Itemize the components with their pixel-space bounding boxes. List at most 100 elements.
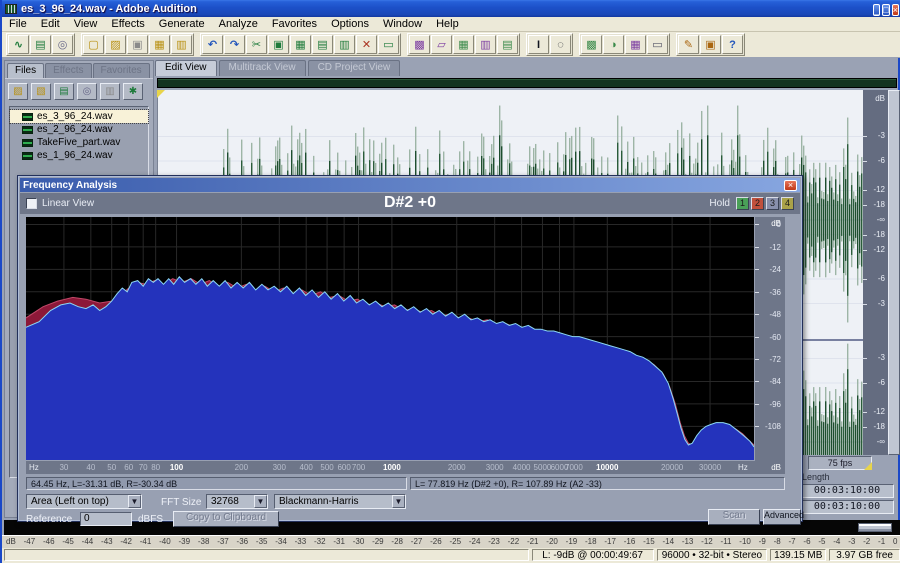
chevron-down-icon[interactable]: ▼ [128, 495, 141, 508]
session-properties-button[interactable]: ▦ [625, 35, 646, 54]
file-item[interactable]: TakeFive_part.wav [10, 136, 148, 149]
edit-waveform-view-button[interactable]: ∿ [8, 35, 29, 54]
advanced-options-button[interactable]: ✱ [123, 83, 143, 100]
copy-button[interactable]: ▣ [268, 35, 289, 54]
level-meter-scale[interactable]: dB-47-46-45-44-43-42-41-40-39-38-37-36-3… [2, 535, 900, 548]
marker-button[interactable]: ▱ [431, 35, 452, 54]
paste-icon: ▤ [317, 38, 327, 51]
scripts-button[interactable]: ✎ [678, 35, 699, 54]
files-tab-favorites[interactable]: Favorites [93, 63, 150, 78]
chevron-down-icon[interactable]: ▼ [392, 495, 405, 508]
copy-to-clipboard-button[interactable]: Copy to Clipboard [173, 511, 279, 527]
panel-resize-marker[interactable] [864, 462, 872, 470]
loop-mode-button[interactable]: ▤ [497, 35, 518, 54]
waveform-colors-button[interactable]: ◑ [603, 35, 624, 54]
overview-navigator-bar[interactable] [157, 78, 897, 88]
hold-button-2[interactable]: 2 [751, 197, 764, 210]
menu-analyze[interactable]: Analyze [212, 18, 265, 30]
new-file-button[interactable]: ▢ [83, 35, 104, 54]
file-item[interactable]: es_2_96_24.wav [10, 123, 148, 136]
file-item[interactable]: es_3_96_24.wav [10, 110, 148, 123]
ruler-tick-label: -18 [873, 230, 885, 239]
cd-project-view-button[interactable]: ◎ [52, 35, 73, 54]
menu-favorites[interactable]: Favorites [265, 18, 324, 30]
dialog-close-icon[interactable]: × [784, 180, 797, 191]
chevron-down-icon[interactable]: ▼ [254, 495, 267, 508]
files-tab-effects[interactable]: Effects [45, 63, 91, 78]
file-full-paths-button[interactable]: ▥ [100, 83, 120, 100]
snapshot-button[interactable]: ▣ [700, 35, 721, 54]
toolbar-group-5: I◌ [526, 33, 573, 56]
save-as-button[interactable]: ▦ [149, 35, 170, 54]
toolbar-group-6: ▩◑▦ ▭ [579, 33, 670, 56]
import-file-button[interactable]: ▥ [171, 35, 192, 54]
meter-scale-label: -38 [198, 537, 210, 548]
menu-effects[interactable]: Effects [104, 18, 151, 30]
menu-edit[interactable]: Edit [34, 18, 67, 30]
redo-button[interactable]: ↷ [224, 35, 245, 54]
convert-sample-type-button[interactable]: ▩ [409, 35, 430, 54]
menu-view[interactable]: View [67, 18, 105, 30]
group-blocks-button[interactable]: ▦ [453, 35, 474, 54]
area-select[interactable]: Area (Left on top) ▼ [26, 494, 142, 509]
save-file-button[interactable]: ▣ [127, 35, 148, 54]
scan-button[interactable]: Scan [708, 509, 760, 525]
amplitude-ruler[interactable]: dB-3-3-6-6-12-12-18-18-∞-3-6-12-18-∞ [863, 90, 888, 455]
meter-scale-label: -13 [682, 537, 694, 548]
menu-file[interactable]: File [2, 18, 34, 30]
dialog-title-bar[interactable]: Frequency Analysis × [20, 178, 800, 192]
frequency-spectrum-plot[interactable] [26, 217, 754, 460]
open-file-button[interactable]: ▨ [105, 35, 126, 54]
edit-waveform-view-icon: ∿ [14, 38, 23, 51]
marker-icon: ▱ [437, 38, 445, 51]
time-field[interactable]: 00:03:10:00 [800, 500, 894, 514]
time-field[interactable]: 00:03:10:00 [800, 484, 894, 498]
hold-button-3[interactable]: 3 [766, 197, 779, 210]
copy-to-new-button[interactable]: ▦ [290, 35, 311, 54]
window-function-select[interactable]: Blackmann-Harris ▼ [274, 494, 406, 509]
lasso-tool-button[interactable]: ◌ [550, 35, 571, 54]
fft-size-select[interactable]: 32768 ▼ [206, 494, 268, 509]
maximize-button[interactable]: □ [882, 4, 889, 16]
tab-edit-view[interactable]: Edit View [155, 60, 217, 76]
hold-button-4[interactable]: 4 [781, 197, 794, 210]
window-layout-button[interactable]: ▭ [647, 35, 668, 54]
file-item[interactable]: es_1_96_24.wav [10, 149, 148, 162]
selection-boundary-marker[interactable] [157, 90, 165, 98]
app-icon [5, 4, 17, 14]
title-bar[interactable]: es_3_96_24.wav - Adobe Audition _□× [2, 0, 900, 17]
help-button[interactable]: ? [722, 35, 743, 54]
delete-selection-button[interactable]: ✕ [356, 35, 377, 54]
paste-button[interactable]: ▤ [312, 35, 333, 54]
close-file-button[interactable]: ▧ [31, 83, 51, 100]
snapping-button[interactable]: ▥ [475, 35, 496, 54]
menu-help[interactable]: Help [429, 18, 466, 30]
import-file-button[interactable]: ▨ [8, 83, 28, 100]
window-layout-icon: ▭ [652, 38, 662, 51]
undo-button[interactable]: ↶ [202, 35, 223, 54]
trim-button[interactable]: ▭ [378, 35, 399, 54]
spectral-view-button[interactable]: ▩ [581, 35, 602, 54]
menu-generate[interactable]: Generate [152, 18, 212, 30]
files-tab-files[interactable]: Files [7, 63, 44, 78]
advanced-button[interactable]: Advanced [763, 509, 801, 525]
horizontal-scrollbar-thumb[interactable] [858, 523, 892, 532]
vertical-scrollbar[interactable] [888, 90, 900, 455]
delete-selection-icon: ✕ [362, 38, 371, 51]
insert-into-cd-button[interactable]: ◎ [77, 83, 97, 100]
snapshot-icon: ▣ [705, 38, 715, 51]
multitrack-view-button[interactable]: ▤ [30, 35, 51, 54]
tab-cd-project-view[interactable]: CD Project View [308, 60, 401, 76]
hold-button-1[interactable]: 1 [736, 197, 749, 210]
menu-window[interactable]: Window [376, 18, 429, 30]
tab-multitrack-view[interactable]: Multitrack View [219, 60, 306, 76]
reference-input[interactable]: 0 [80, 512, 132, 526]
cut-button[interactable]: ✂ [246, 35, 267, 54]
fft-size-value: 32768 [211, 496, 239, 507]
mix-paste-button[interactable]: ▥ [334, 35, 355, 54]
insert-into-multitrack-button[interactable]: ▤ [54, 83, 74, 100]
menu-options[interactable]: Options [324, 18, 376, 30]
close-button[interactable]: × [892, 4, 899, 16]
edit-cursor-tool-button[interactable]: I [528, 35, 549, 54]
minimize-button[interactable]: _ [873, 4, 880, 16]
